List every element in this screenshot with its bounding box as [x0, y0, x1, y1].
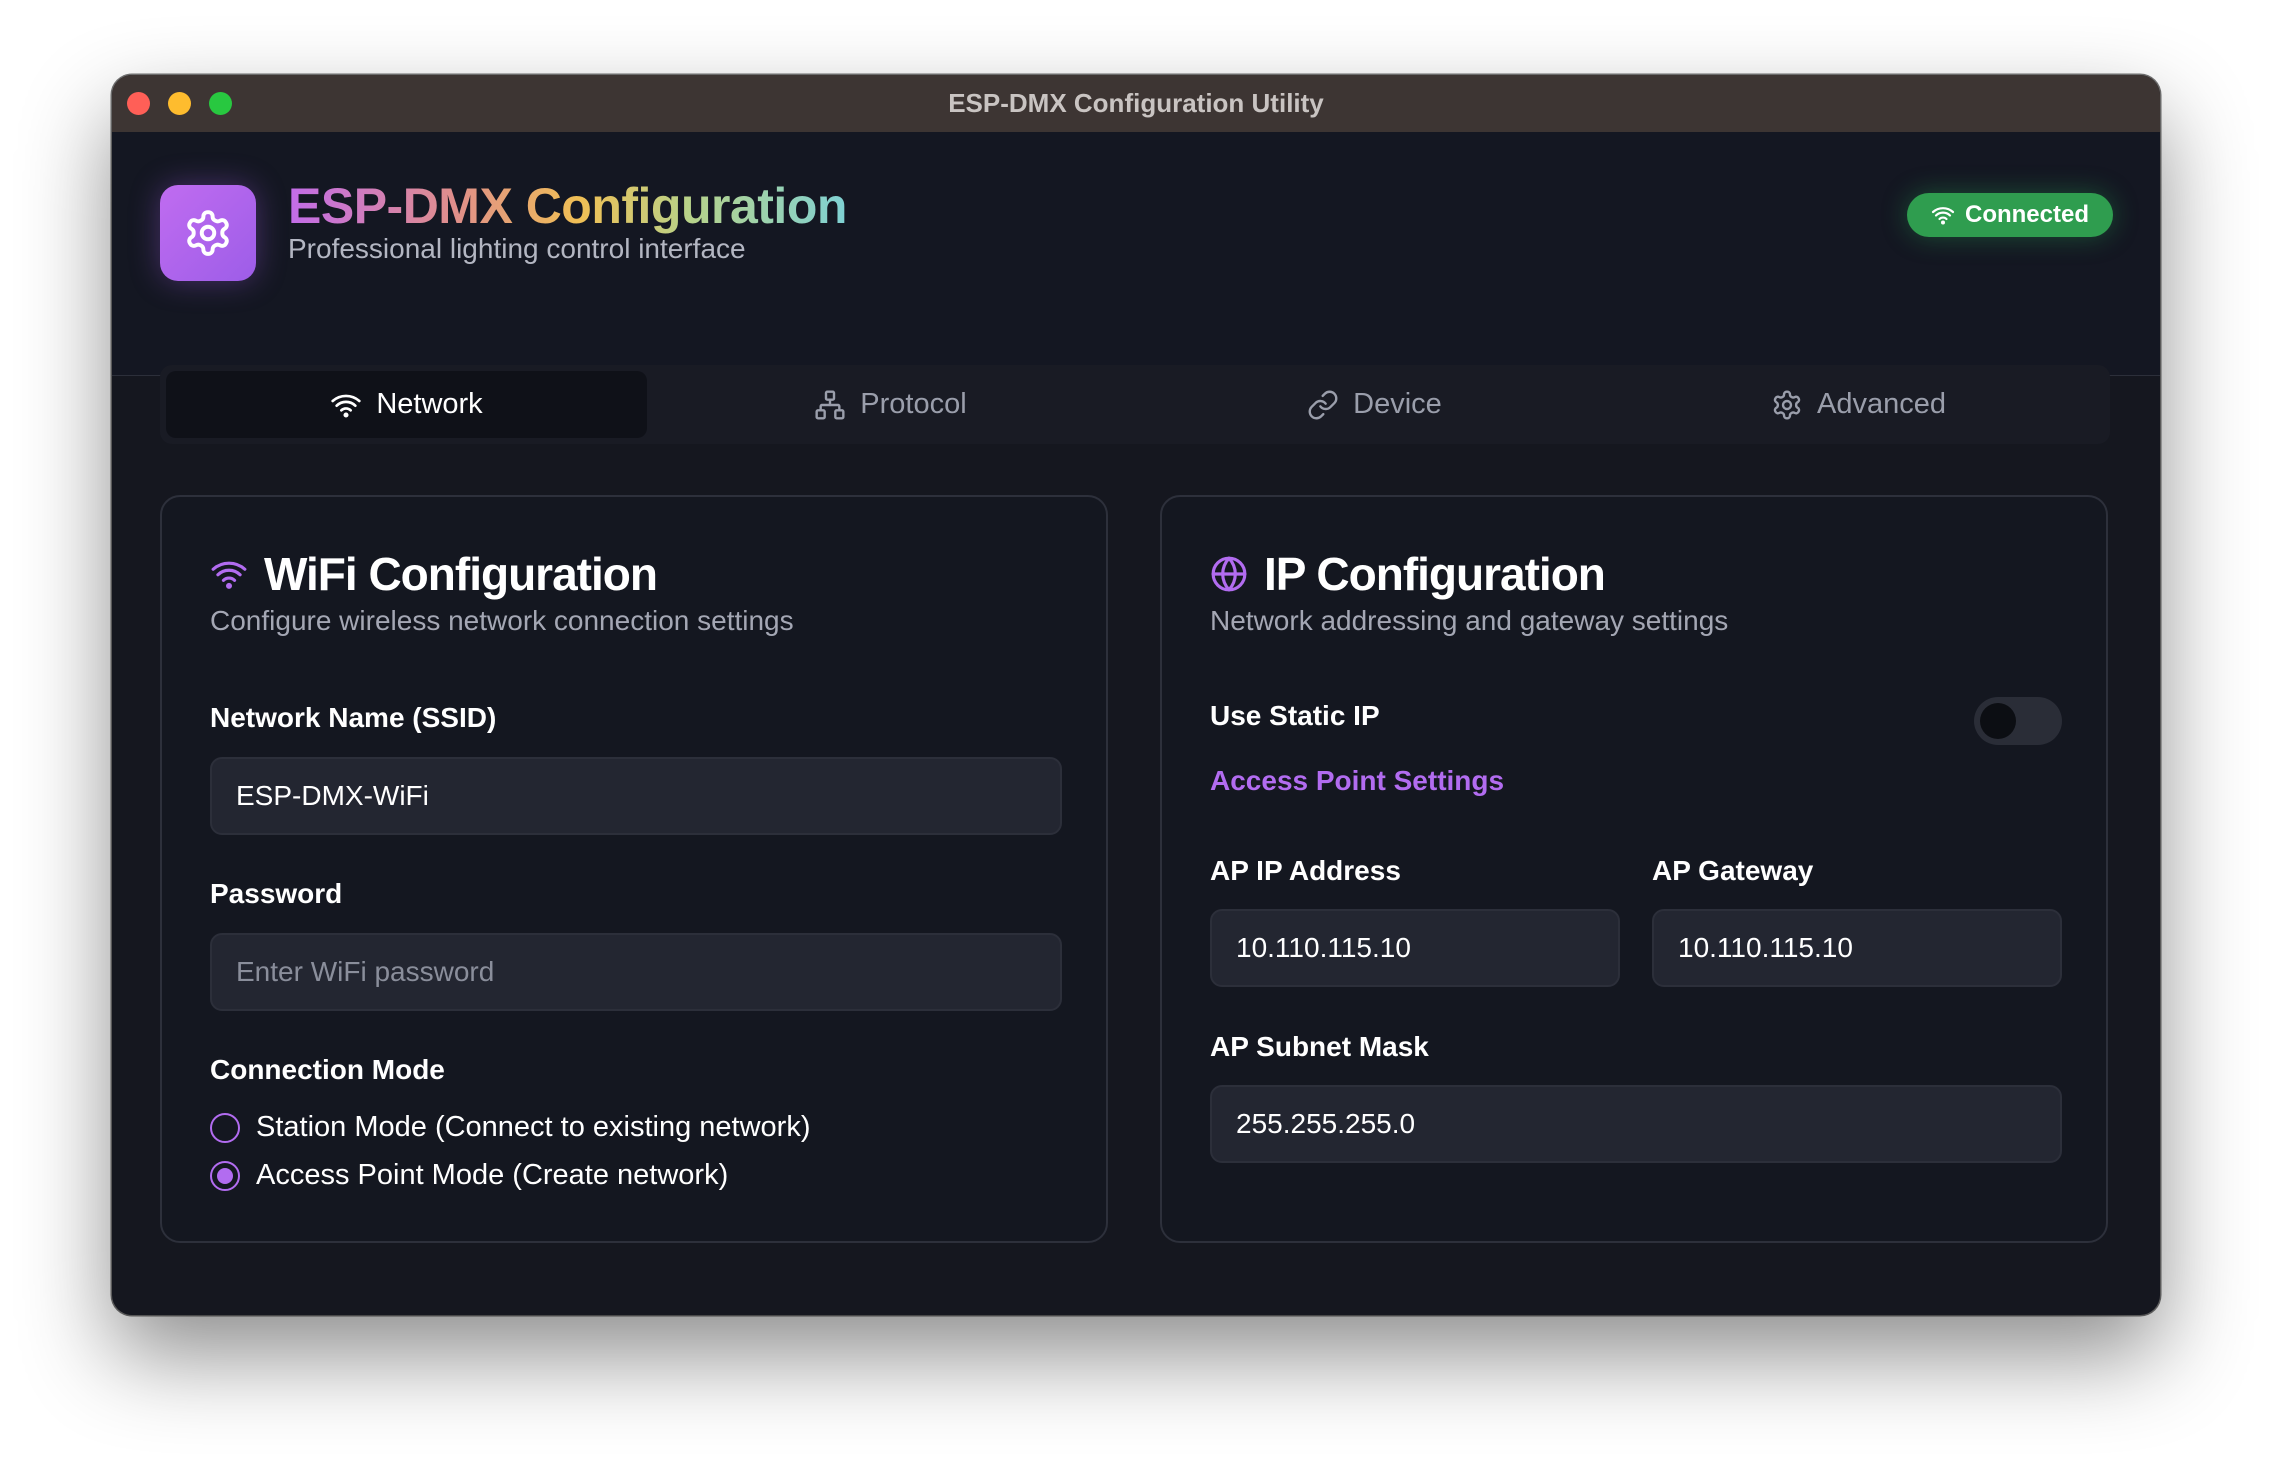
wifi-icon — [211, 561, 247, 589]
ap-ip-input[interactable]: 10.110.115.10 — [1210, 909, 1620, 987]
wifi-title-text: WiFi Configuration — [264, 548, 658, 600]
tab-network[interactable]: Network — [166, 371, 647, 438]
app-subtitle: Professional lighting control interface — [288, 233, 746, 264]
wifi-icon — [1931, 207, 1955, 225]
ssid-input[interactable]: ESP-DMX-WiFi — [210, 757, 1062, 835]
status-label: Connected — [1964, 201, 2089, 228]
access-point-mode-option[interactable]: Access Point Mode (Create network) — [210, 1159, 728, 1192]
ap-subnet-label: AP Subnet Mask — [1210, 1031, 1429, 1062]
connection-status-badge: Connected — [1907, 193, 2113, 237]
ip-card-title: IP Configuration — [1210, 547, 1606, 601]
wifi-configuration-card: WiFi Configuration Configure wireless ne… — [160, 495, 1108, 1243]
static-ip-toggle[interactable] — [1974, 697, 2062, 745]
ap-gateway-label: AP Gateway — [1652, 855, 1814, 886]
app-window: ESP-DMX Configuration Utility ESP-DMX Co… — [112, 75, 2160, 1315]
tab-label: Protocol — [860, 388, 967, 420]
access-point-settings-heading: Access Point Settings — [1210, 765, 1505, 796]
access-point-mode-radio[interactable] — [210, 1160, 240, 1191]
window-title: ESP-DMX Configuration Utility — [948, 88, 1324, 118]
gear-icon — [1773, 389, 1801, 420]
ssid-label: Network Name (SSID) — [210, 702, 497, 733]
tab-device[interactable]: Device — [1134, 371, 1615, 438]
title-bar[interactable]: ESP-DMX Configuration Utility — [112, 75, 2160, 133]
toggle-knob — [1980, 703, 2016, 739]
ap-gateway-input[interactable]: 10.110.115.10 — [1652, 909, 2062, 987]
connection-mode-label: Connection Mode — [210, 1054, 445, 1085]
wifi-card-title: WiFi Configuration — [210, 547, 658, 601]
tab-label: Advanced — [1817, 388, 1946, 420]
tab-label: Device — [1353, 388, 1442, 420]
static-ip-label: Use Static IP — [1210, 700, 1380, 731]
ip-configuration-card: IP Configuration Network addressing and … — [1160, 495, 2108, 1243]
network-nodes-icon — [815, 389, 845, 420]
ap-ip-label: AP IP Address — [1210, 855, 1401, 886]
access-point-mode-label: Access Point Mode (Create network) — [256, 1159, 729, 1191]
tab-label: Network — [376, 388, 483, 420]
tab-advanced[interactable]: Advanced — [1618, 371, 2099, 438]
tab-bar: Network Protocol Device Advanced — [160, 365, 2110, 444]
station-mode-option[interactable]: Station Mode (Connect to existing networ… — [210, 1111, 811, 1144]
wifi-card-description: Configure wireless network connection se… — [210, 605, 794, 636]
ip-title-text: IP Configuration — [1264, 548, 1606, 600]
globe-icon — [1211, 556, 1247, 592]
wifi-icon — [331, 394, 361, 418]
station-mode-label: Station Mode (Connect to existing networ… — [256, 1111, 811, 1143]
password-label: Password — [210, 878, 343, 909]
gear-icon — [187, 210, 229, 256]
station-mode-radio[interactable] — [210, 1112, 240, 1143]
ip-card-description: Network addressing and gateway settings — [1210, 605, 1729, 636]
ap-subnet-input[interactable]: 255.255.255.0 — [1210, 1085, 2062, 1163]
tab-protocol[interactable]: Protocol — [650, 371, 1131, 438]
link-icon — [1308, 390, 1338, 419]
password-input[interactable]: Enter WiFi password — [210, 933, 1062, 1011]
app-title: ESP-DMX Configuration — [288, 178, 847, 234]
app-logo — [160, 185, 256, 281]
